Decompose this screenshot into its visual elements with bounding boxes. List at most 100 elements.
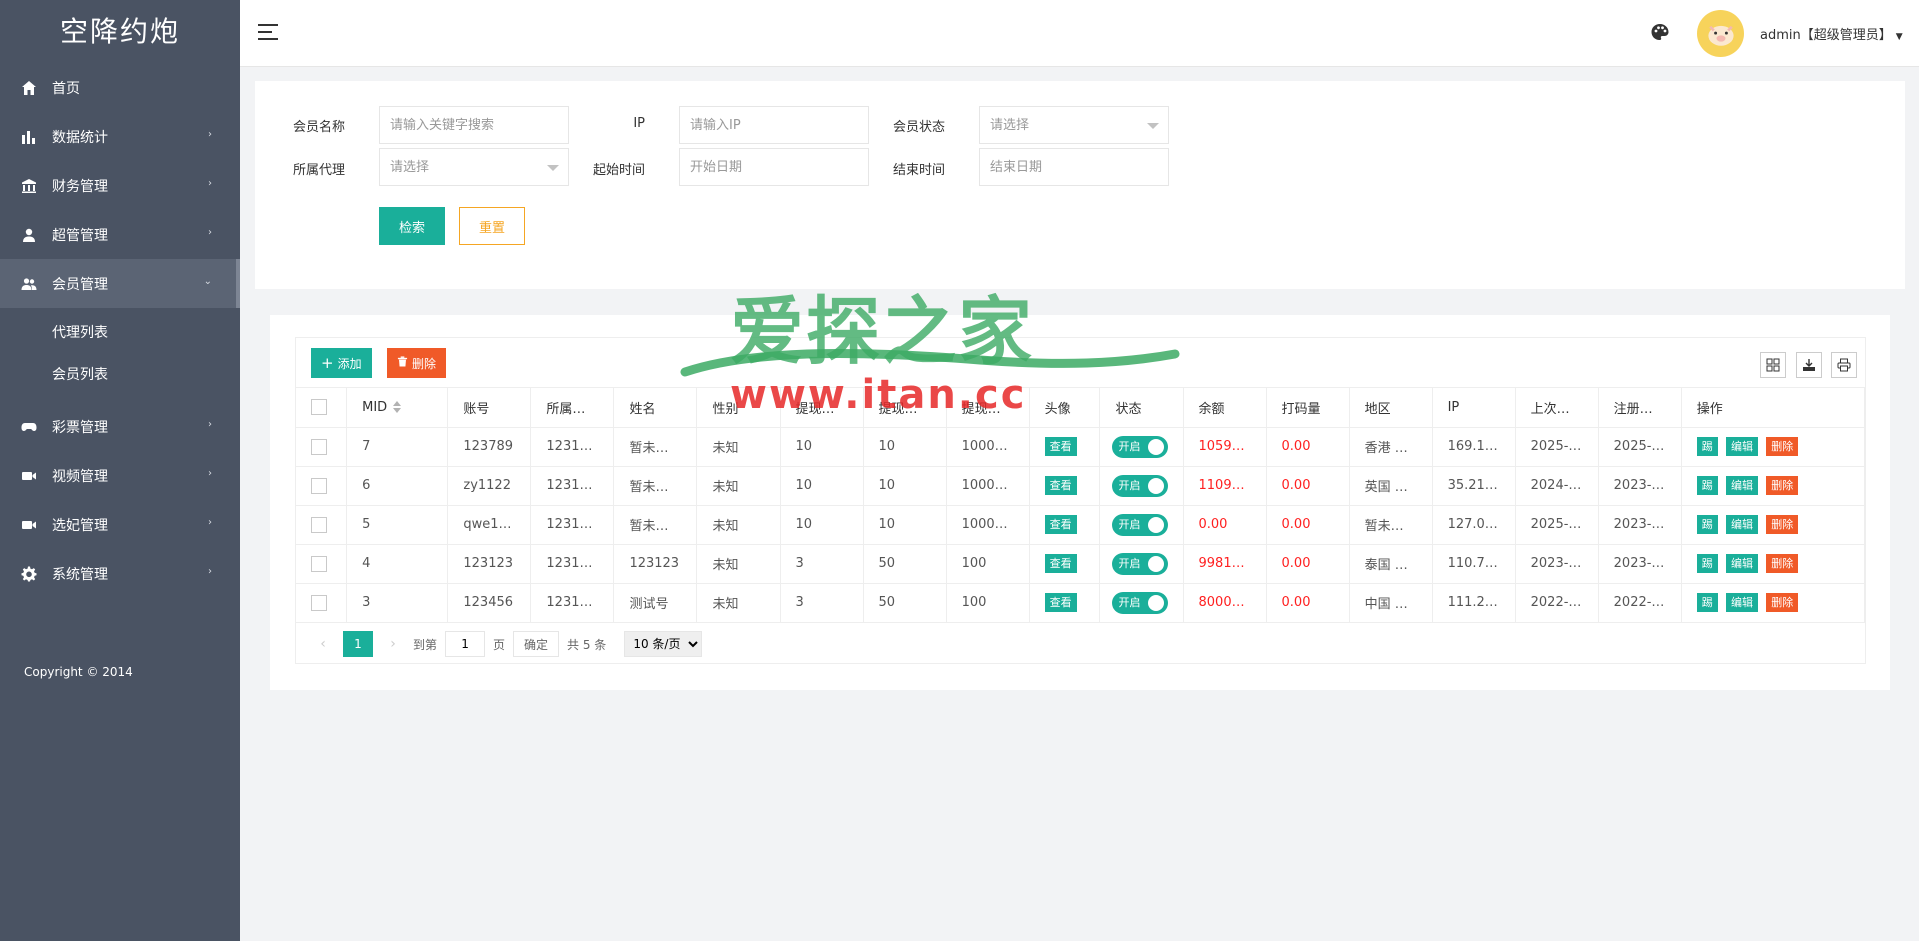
sidebar-item-concubine[interactable]: 选妃管理 › xyxy=(0,500,240,549)
status-toggle[interactable]: 开启 xyxy=(1112,591,1169,614)
row-delete-button[interactable]: 删除 xyxy=(1766,554,1799,573)
prev-page-icon[interactable]: ‹ xyxy=(311,636,335,652)
cell-name: 测试号 xyxy=(613,583,698,623)
edit-button[interactable]: 编辑 xyxy=(1725,554,1758,573)
view-avatar-button[interactable]: 查看 xyxy=(1044,554,1077,573)
kick-button[interactable]: 踢 xyxy=(1696,554,1718,573)
search-button[interactable]: 检索 xyxy=(379,207,445,245)
sidebar-item-label: 彩票管理 xyxy=(52,419,108,436)
sort-icon[interactable] xyxy=(393,401,402,414)
column-header-mid[interactable]: MID xyxy=(346,388,449,428)
menu-toggle-icon[interactable] xyxy=(258,24,278,45)
cell-ip: 35.21… xyxy=(1432,466,1516,506)
row-checkbox[interactable] xyxy=(311,516,327,533)
columns-filter-icon[interactable] xyxy=(1760,352,1786,378)
cell-mid: 4 xyxy=(346,544,449,584)
sidebar-item-finance[interactable]: 财务管理 › xyxy=(0,161,240,210)
agent-select[interactable] xyxy=(379,148,569,186)
sidebar-item-admin[interactable]: 超管管理 › xyxy=(0,210,240,259)
page-current[interactable]: 1 xyxy=(343,631,373,657)
cell-region: 泰国 … xyxy=(1349,544,1433,584)
cell-agent: 1231… xyxy=(530,544,615,584)
cell-name: 123123 xyxy=(613,544,698,584)
column-header: 提现… xyxy=(863,388,947,428)
member-name-input[interactable] xyxy=(379,106,569,144)
palette-icon[interactable] xyxy=(1650,22,1670,42)
status-toggle[interactable]: 开启 xyxy=(1112,552,1169,575)
status-toggle[interactable]: 开启 xyxy=(1112,435,1169,458)
edit-button[interactable]: 编辑 xyxy=(1725,476,1758,495)
row-checkbox[interactable] xyxy=(311,594,327,611)
app-logo[interactable]: 空降约炮 xyxy=(0,0,240,63)
table-toolbar: + 添加 删除 xyxy=(296,338,1865,388)
row-delete-button[interactable]: 删除 xyxy=(1766,515,1799,534)
column-header: 打码量 xyxy=(1266,388,1350,428)
avatar[interactable] xyxy=(1697,10,1744,57)
user-menu[interactable]: admin【超级管理员】 ▼ xyxy=(1760,24,1903,43)
sidebar-item-members[interactable]: 会员管理 ⌄ xyxy=(0,259,240,308)
print-icon[interactable] xyxy=(1831,352,1857,378)
cell-actions: 踢 编辑 删除 xyxy=(1681,427,1866,467)
chevron-right-icon: › xyxy=(208,419,212,430)
export-icon[interactable] xyxy=(1796,352,1822,378)
cell-account: 123456 xyxy=(447,583,532,623)
sidebar-item-stats[interactable]: 数据统计 › xyxy=(0,112,240,161)
member-status-select[interactable] xyxy=(979,106,1169,144)
view-avatar-button[interactable]: 查看 xyxy=(1044,476,1077,495)
goto-label: 到第 xyxy=(413,637,438,652)
table-row: 3 123456 1231… 测试号 未知 3 50 100 查看 开启 8000… 0.00 中国 …… xyxy=(296,583,1866,623)
sidebar-item-home[interactable]: 首页 xyxy=(0,63,240,112)
submenu-item-agent-list[interactable]: 代理列表 xyxy=(0,312,240,354)
end-date-input[interactable] xyxy=(979,148,1169,186)
column-header: 性别 xyxy=(696,388,781,428)
row-checkbox[interactable] xyxy=(311,555,327,572)
reset-button[interactable]: 重置 xyxy=(459,207,525,245)
cell-status: 开启 xyxy=(1099,544,1184,584)
edit-button[interactable]: 编辑 xyxy=(1725,593,1758,612)
cell-avatar: 查看 xyxy=(1029,466,1101,506)
add-button[interactable]: + 添加 xyxy=(311,348,372,378)
kick-button[interactable]: 踢 xyxy=(1696,437,1718,456)
view-avatar-button[interactable]: 查看 xyxy=(1044,593,1077,612)
page-size-select[interactable]: 10 条/页 xyxy=(624,631,703,657)
row-delete-button[interactable]: 删除 xyxy=(1766,593,1799,612)
delete-button[interactable]: 删除 xyxy=(387,348,447,378)
cell-avatar: 查看 xyxy=(1029,427,1101,467)
cell-agent: 1231… xyxy=(530,427,615,467)
select-all-checkbox[interactable] xyxy=(311,399,327,416)
cell-w2: 50 xyxy=(863,583,947,623)
user-name-label: admin【超级管理员】 xyxy=(1760,28,1892,43)
status-toggle[interactable]: 开启 xyxy=(1112,513,1169,536)
cell-bet: 0.00 xyxy=(1266,544,1350,584)
view-avatar-button[interactable]: 查看 xyxy=(1044,437,1077,456)
row-delete-button[interactable]: 删除 xyxy=(1766,437,1799,456)
next-page-icon[interactable]: › xyxy=(381,636,405,652)
goto-confirm-button[interactable]: 确定 xyxy=(513,631,560,657)
kick-button[interactable]: 踢 xyxy=(1696,593,1718,612)
sidebar-item-system[interactable]: 系统管理 › xyxy=(0,549,240,598)
cell-name: 暂未… xyxy=(613,427,698,467)
view-avatar-button[interactable]: 查看 xyxy=(1044,515,1077,534)
sidebar-item-video[interactable]: 视频管理 › xyxy=(0,451,240,500)
kick-button[interactable]: 踢 xyxy=(1696,476,1718,495)
row-checkbox[interactable] xyxy=(311,477,327,494)
start-date-input[interactable] xyxy=(679,148,869,186)
bank-icon xyxy=(20,177,38,195)
select-arrow-icon xyxy=(1147,123,1159,129)
goto-page-input[interactable] xyxy=(445,631,486,657)
cell-status: 开启 xyxy=(1099,505,1184,545)
edit-button[interactable]: 编辑 xyxy=(1725,437,1758,456)
row-checkbox[interactable] xyxy=(311,438,327,455)
row-delete-button[interactable]: 删除 xyxy=(1766,476,1799,495)
cell-w3: 1000… xyxy=(946,427,1030,467)
table-row: 4 123123 1231… 123123 未知 3 50 100 查看 开启 9981… 0.00 泰… xyxy=(296,544,1866,584)
edit-button[interactable]: 编辑 xyxy=(1725,515,1758,534)
cell-w2: 10 xyxy=(863,466,947,506)
cell-status: 开启 xyxy=(1099,466,1184,506)
cell-w1: 10 xyxy=(780,466,864,506)
status-toggle[interactable]: 开启 xyxy=(1112,474,1169,497)
ip-input[interactable] xyxy=(679,106,869,144)
sidebar-item-lottery[interactable]: 彩票管理 › xyxy=(0,402,240,451)
submenu-item-member-list[interactable]: 会员列表 xyxy=(0,354,240,396)
kick-button[interactable]: 踢 xyxy=(1696,515,1718,534)
